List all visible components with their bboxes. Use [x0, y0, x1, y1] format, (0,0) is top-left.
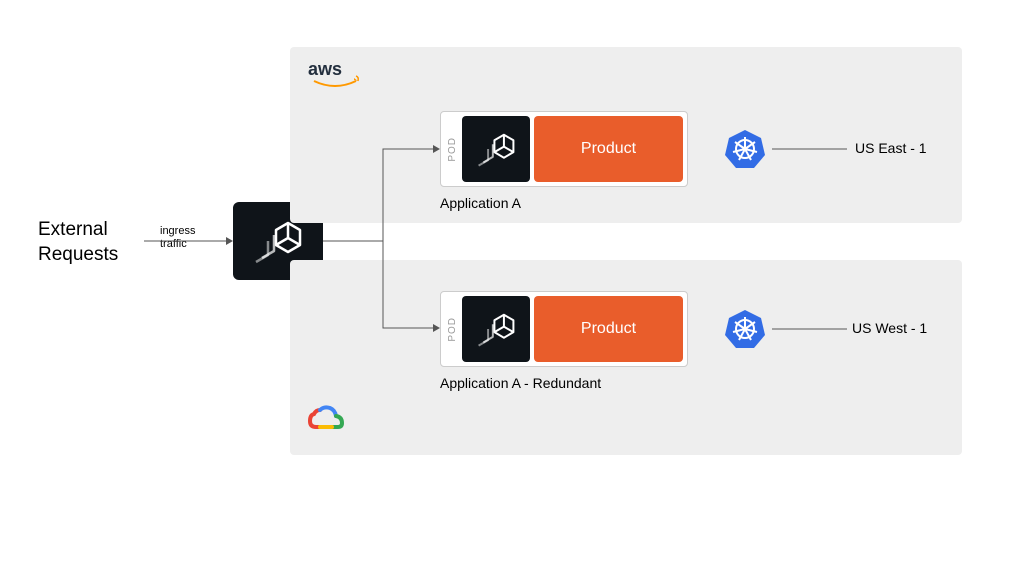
region-label-bottom: US West - 1: [852, 320, 927, 336]
traefik-icon: [472, 130, 520, 168]
product-label-bottom: Product: [581, 320, 636, 338]
external-line1: External: [38, 218, 118, 243]
product-label-top: Product: [581, 140, 636, 158]
pod-label-top: POD: [447, 137, 458, 162]
traefik-icon: [248, 217, 308, 265]
connector-to-pod-top: [323, 148, 440, 244]
app-label-bottom: Application A - Redundant: [440, 375, 601, 391]
product-block-top: Product: [534, 116, 683, 182]
line-k8s-region-top: [772, 148, 847, 152]
traefik-sidecar-bottom: [462, 296, 530, 362]
traefik-icon: [472, 310, 520, 348]
external-requests-label: External Requests: [38, 218, 118, 267]
traefik-sidecar-top: [462, 116, 530, 182]
svg-text:aws: aws: [308, 59, 342, 79]
line-k8s-region-bottom: [772, 328, 847, 332]
aws-logo: aws: [308, 59, 362, 98]
pod-label-bottom: POD: [447, 317, 458, 342]
kubernetes-icon-bottom: [723, 307, 767, 351]
app-label-top: Application A: [440, 195, 521, 211]
gcp-logo: [308, 402, 348, 441]
region-label-top: US East - 1: [855, 140, 927, 156]
pod-container-top: POD Product: [440, 111, 688, 187]
ingress-line1: ingress: [160, 225, 195, 238]
product-block-bottom: Product: [534, 296, 683, 362]
connector-to-pod-bottom: [323, 241, 440, 333]
arrow-external-to-traefik: [144, 240, 233, 250]
kubernetes-icon-top: [723, 127, 767, 171]
pod-container-bottom: POD Product: [440, 291, 688, 367]
external-line2: Requests: [38, 243, 118, 268]
